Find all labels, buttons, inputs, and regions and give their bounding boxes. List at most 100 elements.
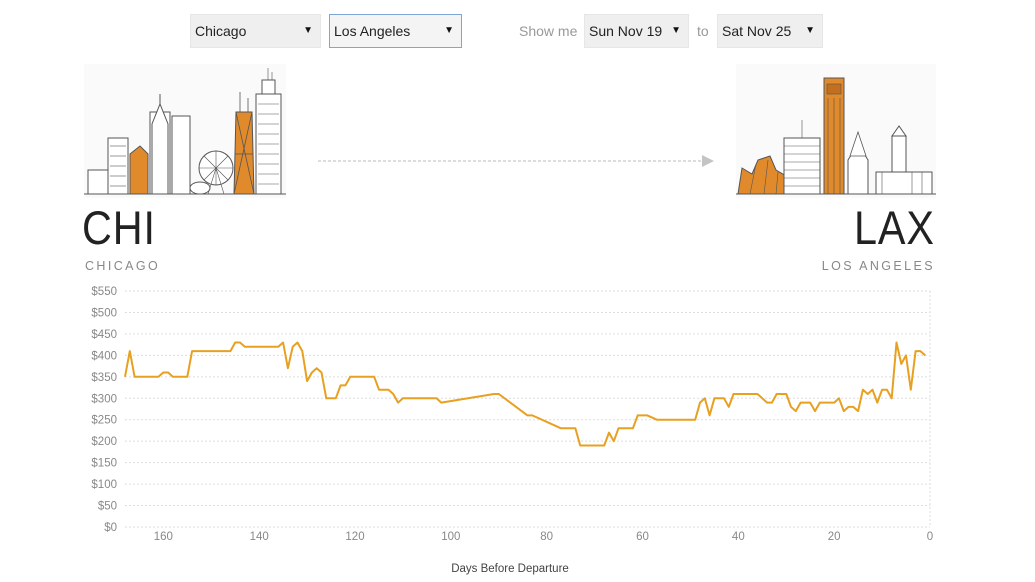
- data-point: [862, 389, 864, 391]
- data-point: [819, 402, 821, 404]
- data-point: [321, 372, 323, 374]
- data-point: [747, 393, 749, 395]
- data-point: [124, 376, 126, 378]
- data-point: [838, 397, 840, 399]
- data-point: [833, 402, 835, 404]
- y-tick-label: $500: [91, 307, 117, 319]
- data-point: [881, 389, 883, 391]
- data-point: [129, 350, 131, 352]
- data-point: [632, 427, 634, 429]
- data-point: [527, 414, 529, 416]
- data-point: [809, 402, 811, 404]
- data-point: [757, 393, 759, 395]
- y-tick-label: $200: [91, 436, 117, 448]
- data-point: [191, 350, 193, 352]
- data-point: [134, 376, 136, 378]
- x-tick-label: 20: [828, 531, 841, 543]
- data-point: [728, 406, 730, 408]
- data-point: [325, 397, 327, 399]
- data-point: [229, 350, 231, 352]
- data-point: [579, 445, 581, 447]
- y-tick-label: $0: [104, 522, 117, 534]
- data-point: [824, 402, 826, 404]
- x-tick-label: 0: [927, 531, 933, 543]
- data-point: [330, 397, 332, 399]
- y-tick-label: $400: [91, 350, 117, 362]
- x-tick-label: 120: [345, 531, 364, 543]
- data-point: [915, 350, 917, 352]
- data-point: [378, 389, 380, 391]
- data-point: [392, 393, 394, 395]
- data-point: [244, 346, 246, 348]
- data-point: [781, 393, 783, 395]
- data-point: [776, 393, 778, 395]
- data-point: [699, 402, 701, 404]
- data-point: [301, 350, 303, 352]
- y-tick-label: $50: [98, 501, 117, 513]
- data-point: [742, 393, 744, 395]
- data-point: [311, 372, 313, 374]
- y-tick-label: $100: [91, 479, 117, 491]
- data-point: [867, 393, 869, 395]
- data-point: [733, 393, 735, 395]
- data-point: [852, 406, 854, 408]
- data-point: [603, 445, 605, 447]
- data-point: [172, 376, 174, 378]
- data-point: [613, 440, 615, 442]
- data-point: [234, 342, 236, 344]
- data-point: [637, 414, 639, 416]
- data-point: [292, 346, 294, 348]
- data-point: [316, 367, 318, 369]
- data-point: [790, 406, 792, 408]
- data-point: [661, 419, 663, 421]
- data-point: [924, 354, 926, 356]
- x-tick-label: 140: [250, 531, 269, 543]
- data-point: [694, 419, 696, 421]
- data-point: [397, 402, 399, 404]
- data-point: [910, 389, 912, 391]
- data-point: [795, 410, 797, 412]
- data-point: [752, 393, 754, 395]
- data-point: [723, 397, 725, 399]
- data-point: [876, 402, 878, 404]
- data-point: [905, 354, 907, 356]
- data-point: [402, 397, 404, 399]
- data-point: [162, 372, 164, 374]
- x-tick-label: 40: [732, 531, 745, 543]
- data-point: [498, 393, 500, 395]
- data-point: [493, 393, 495, 395]
- price-history-chart: $0 $50 $100 $150 $200 $250 $300 $350 $400 $450 $50…: [91, 286, 933, 575]
- x-tick-label: 80: [540, 531, 553, 543]
- y-tick-label: $350: [91, 372, 117, 384]
- data-point: [622, 427, 624, 429]
- data-point: [287, 367, 289, 369]
- data-point: [431, 397, 433, 399]
- y-tick-label: $250: [91, 415, 117, 427]
- data-point: [857, 410, 859, 412]
- data-point: [440, 402, 442, 404]
- data-point: [896, 342, 898, 344]
- data-point: [531, 414, 533, 416]
- data-point: [843, 410, 845, 412]
- data-point: [804, 402, 806, 404]
- data-point: [891, 397, 893, 399]
- data-point: [848, 406, 850, 408]
- data-point: [737, 393, 739, 395]
- x-tick-label: 100: [441, 531, 460, 543]
- data-point: [421, 397, 423, 399]
- data-point: [560, 427, 562, 429]
- data-point: [886, 389, 888, 391]
- x-axis-label: Days Before Departure: [451, 563, 569, 575]
- data-point: [340, 384, 342, 386]
- y-tick-label: $550: [91, 286, 117, 298]
- data-point: [800, 402, 802, 404]
- price-line: [124, 341, 926, 447]
- data-point: [689, 419, 691, 421]
- data-point: [344, 384, 346, 386]
- data-point: [900, 363, 902, 365]
- data-point: [785, 393, 787, 395]
- data-point: [158, 376, 160, 378]
- data-point: [646, 414, 648, 416]
- data-point: [718, 397, 720, 399]
- data-point: [388, 389, 390, 391]
